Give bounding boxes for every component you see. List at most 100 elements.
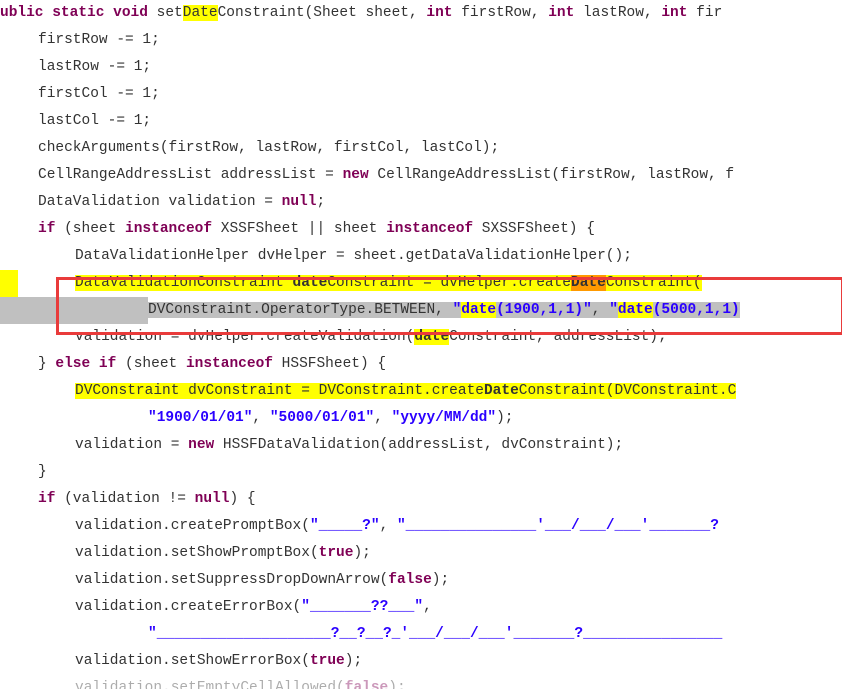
code-line: DataValidationHelper dvHelper = sheet.ge…	[0, 243, 842, 270]
text: );	[496, 410, 513, 426]
text: lastCol -= 1;	[38, 113, 151, 129]
code-line-selected: DVConstraint.OperatorType.BETWEEN, "date…	[0, 297, 842, 324]
keyword: instanceof	[186, 356, 273, 372]
highlighted-text: Date	[484, 383, 519, 399]
text: ,	[423, 599, 432, 615]
code-line: validation.setEmptyCellAllowed(false);	[0, 675, 842, 689]
text: lastRow,	[574, 5, 661, 21]
text: validation.createPromptBox(	[75, 518, 310, 534]
keyword: true	[319, 545, 354, 561]
string-literal: (5000,1,1)	[653, 302, 740, 318]
keyword: else if	[55, 356, 116, 372]
code-line: validation.setSuppressDropDownArrow(fals…	[0, 567, 842, 594]
code-line: DataValidation validation = null;	[0, 189, 842, 216]
keyword: if	[38, 491, 55, 507]
highlighted-text: DataValidationConstraint	[75, 275, 293, 291]
string-literal: "_______________'___/___/___'_______?	[397, 518, 719, 534]
code-line: lastRow -= 1;	[0, 54, 842, 81]
code-line: validation.setShowErrorBox(true);	[0, 648, 842, 675]
highlighted-text: Constraint(	[606, 275, 702, 291]
text: );	[432, 572, 449, 588]
text: }	[38, 464, 47, 480]
keyword: true	[310, 653, 345, 669]
text: set	[148, 5, 183, 21]
text: CellRangeAddressList addressList =	[38, 167, 343, 183]
keyword: null	[282, 194, 317, 210]
selected-text: DVConstraint.OperatorType.BETWEEN,	[148, 302, 453, 318]
code-line-highlighted: DVConstraint dvConstraint = DVConstraint…	[0, 378, 842, 405]
highlighted-text: Constraint = dvHelper.create	[327, 275, 571, 291]
text: HSSFSheet) {	[273, 356, 386, 372]
code-line: validation.setShowPromptBox(true);	[0, 540, 842, 567]
string-literal: (1900,1,1)"	[496, 302, 592, 318]
text: validation = dvHelper.createValidation(	[75, 329, 414, 345]
string-literal: "	[453, 302, 462, 318]
code-line: }	[0, 459, 842, 486]
text: );	[345, 653, 362, 669]
keyword: instanceof	[386, 221, 473, 237]
text: fir	[687, 5, 722, 21]
text: checkArguments(firstRow, lastRow, firstC…	[38, 140, 499, 156]
selected-text: ,	[592, 302, 609, 318]
code-line: validation = dvHelper.createValidation(d…	[0, 324, 842, 351]
code-line: validation.createErrorBox("_______??___"…	[0, 594, 842, 621]
highlighted-string: date	[461, 302, 496, 318]
code-line: firstRow -= 1;	[0, 27, 842, 54]
text: );	[388, 680, 405, 689]
code-line: checkArguments(firstRow, lastRow, firstC…	[0, 135, 842, 162]
text: );	[353, 545, 370, 561]
keyword: int	[426, 5, 452, 21]
text: CellRangeAddressList(firstRow, lastRow, …	[369, 167, 734, 183]
keyword: int	[661, 5, 687, 21]
text: SXSSFSheet) {	[473, 221, 595, 237]
text: }	[38, 356, 55, 372]
code-line: "____________________?__?__?_'___/___/__…	[0, 621, 842, 648]
highlighted-text: Date	[183, 5, 218, 21]
text: (validation !=	[55, 491, 194, 507]
code-viewer: ublic static void setDateConstraint(Shee…	[0, 0, 842, 689]
string-literal: "	[609, 302, 618, 318]
code-line: if (sheet instanceof XSSFSheet || sheet …	[0, 216, 842, 243]
string-literal: "____________________?__?__?_'___/___/__…	[148, 626, 722, 642]
string-literal: "5000/01/01"	[270, 410, 374, 426]
text: validation.setShowPromptBox(	[75, 545, 319, 561]
text: (sheet	[116, 356, 186, 372]
text: Constraint(Sheet sheet,	[218, 5, 427, 21]
text: validation.setShowErrorBox(	[75, 653, 310, 669]
text: ,	[374, 410, 391, 426]
keyword: instanceof	[125, 221, 212, 237]
highlighted-text-orange: Date	[571, 275, 606, 291]
text: lastRow -= 1;	[38, 59, 151, 75]
keyword: new	[343, 167, 369, 183]
code-line: validation.createPromptBox("_____?", "__…	[0, 513, 842, 540]
string-literal: "_____?"	[310, 518, 380, 534]
keyword: int	[548, 5, 574, 21]
text: validation.setEmptyCellAllowed(	[75, 680, 345, 689]
code-line: if (validation != null) {	[0, 486, 842, 513]
keyword: ublic static void	[0, 5, 148, 21]
text: HSSFDataValidation(addressList, dvConstr…	[214, 437, 623, 453]
text: firstRow -= 1;	[38, 32, 160, 48]
text: (sheet	[55, 221, 125, 237]
code-line: ublic static void setDateConstraint(Shee…	[0, 0, 842, 27]
code-line: firstCol -= 1;	[0, 81, 842, 108]
keyword: new	[188, 437, 214, 453]
string-literal: "yyyy/MM/dd"	[392, 410, 496, 426]
highlighted-string: date	[618, 302, 653, 318]
text: validation =	[75, 437, 188, 453]
keyword: false	[388, 572, 432, 588]
text: firstCol -= 1;	[38, 86, 160, 102]
text: validation.setSuppressDropDownArrow(	[75, 572, 388, 588]
keyword: false	[345, 680, 389, 689]
code-line: lastCol -= 1;	[0, 108, 842, 135]
highlighted-text: date	[414, 329, 449, 345]
code-line: CellRangeAddressList addressList = new C…	[0, 162, 842, 189]
string-literal: "1900/01/01"	[148, 410, 252, 426]
text: DataValidationHelper dvHelper = sheet.ge…	[75, 248, 632, 264]
highlighted-text: Constraint(DVConstraint.C	[519, 383, 737, 399]
highlighted-text: date	[293, 275, 328, 291]
text: XSSFSheet || sheet	[212, 221, 386, 237]
code-line: validation = new HSSFDataValidation(addr…	[0, 432, 842, 459]
text: Constraint, addressList);	[449, 329, 667, 345]
code-line-highlighted: DataValidationConstraint dateConstraint …	[0, 270, 842, 297]
